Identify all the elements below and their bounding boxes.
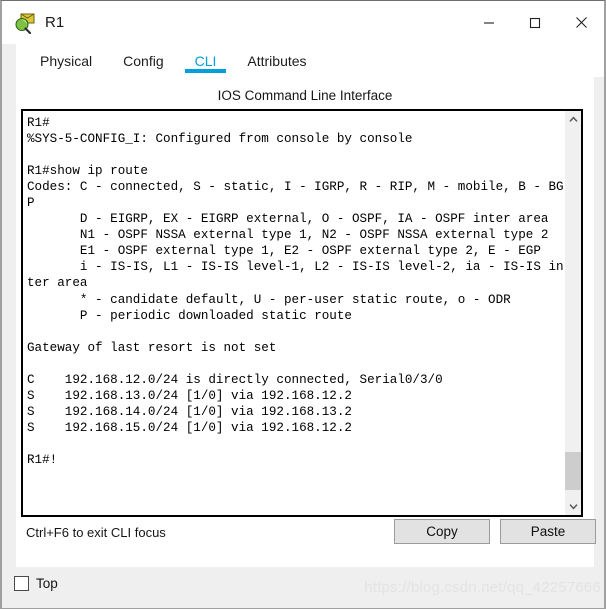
window-title: R1 (45, 14, 65, 31)
tab-physical-label: Physical (40, 52, 93, 69)
tab-physical[interactable]: Physical (27, 44, 105, 77)
title-bar: R1 (2, 1, 604, 44)
paste-button[interactable]: Paste (500, 519, 596, 544)
top-checkbox-label: Top (36, 576, 58, 591)
cli-focus-hint: Ctrl+F6 to exit CLI focus (26, 525, 166, 540)
tab-config-label: Config (123, 52, 164, 69)
window-controls (466, 1, 604, 44)
cli-terminal-output[interactable]: R1# %SYS-5-CONFIG_I: Configured from con… (23, 111, 564, 515)
maximize-button[interactable] (512, 1, 558, 44)
paste-button-label: Paste (530, 524, 566, 539)
router-cli-window: R1 Physical Config CLI Attributes IOS Co… (0, 0, 606, 609)
scrollbar-thumb[interactable] (565, 452, 581, 490)
scrollbar-track[interactable] (565, 128, 581, 498)
cli-panel-title: IOS Command Line Interface (217, 88, 393, 103)
tab-cli[interactable]: CLI (182, 44, 230, 77)
terminal-scrollbar[interactable] (564, 111, 581, 515)
scroll-down-button[interactable] (565, 498, 581, 515)
terminal-container: R1# %SYS-5-CONFIG_I: Configured from con… (21, 109, 583, 517)
close-button[interactable] (558, 1, 604, 44)
tab-strip: Physical Config CLI Attributes (16, 44, 604, 77)
tab-cli-label: CLI (194, 52, 217, 69)
top-checkbox[interactable] (14, 576, 29, 591)
cli-panel: IOS Command Line Interface R1# %SYS-5-CO… (16, 77, 596, 567)
scroll-up-button[interactable] (565, 111, 581, 128)
router-magnifier-icon (14, 12, 36, 34)
tab-attributes[interactable]: Attributes (234, 44, 319, 77)
tab-config[interactable]: Config (110, 44, 176, 77)
watermark-text: https://blog.csdn.net/qq_42257666 (364, 579, 601, 596)
top-checkbox-row[interactable]: Top (14, 576, 58, 591)
copy-button-label: Copy (426, 524, 458, 539)
copy-button[interactable]: Copy (394, 519, 490, 544)
footer-bar: Top https://blog.csdn.net/qq_42257666 (2, 567, 604, 608)
minimize-button[interactable] (466, 1, 512, 44)
tab-attributes-label: Attributes (247, 52, 307, 69)
